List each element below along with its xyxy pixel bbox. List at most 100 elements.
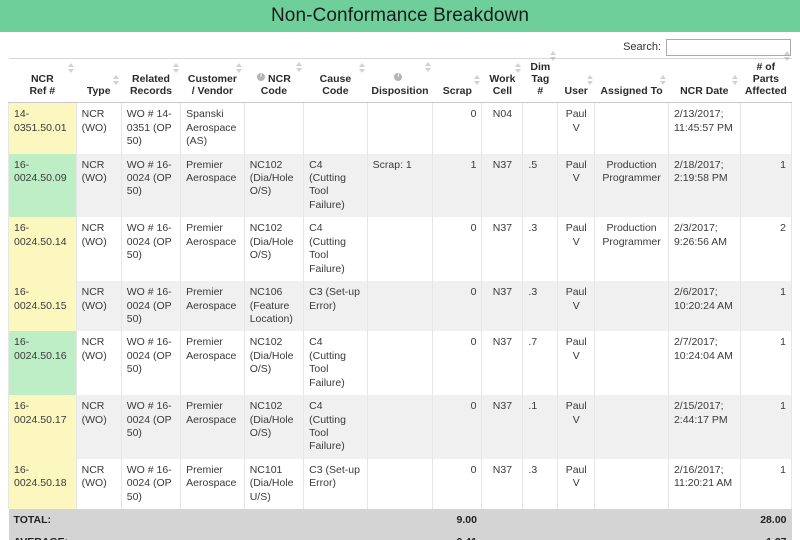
sort-arrow-icon[interactable] bbox=[783, 50, 791, 62]
cell-ncr-date: 2/15/2017; 2:44:17 PM bbox=[667, 395, 741, 459]
cell-scrap: 0 bbox=[432, 458, 483, 510]
cell-work-cell[interactable]: N37 bbox=[481, 217, 524, 282]
cell-related-records[interactable]: WO # 16-0024 (OP 50) bbox=[120, 331, 182, 396]
sort-arrow-icon[interactable] bbox=[295, 61, 303, 73]
cell-parts-affected: 1 bbox=[739, 331, 793, 396]
cell-dim-tag: .3 bbox=[522, 458, 559, 510]
sort-arrow-icon[interactable] bbox=[67, 62, 75, 74]
cell-customer-vendor[interactable]: Premier Aerospace bbox=[180, 458, 245, 510]
col-header-dim-tag-line1: Dim bbox=[530, 61, 551, 73]
cell-dim-tag bbox=[522, 102, 559, 154]
search-label: Search: bbox=[623, 41, 661, 53]
sort-arrow-icon[interactable] bbox=[549, 50, 557, 62]
cell-ncr-ref[interactable]: 14-0351.50.01 bbox=[8, 102, 77, 154]
cell-work-cell[interactable]: N37 bbox=[481, 331, 524, 396]
cell-ncr-ref[interactable]: 16-0024.50.14 bbox=[8, 217, 77, 282]
cell-ncr-ref[interactable]: 16-0024.50.15 bbox=[8, 281, 77, 332]
cell-user[interactable]: Paul V bbox=[557, 281, 596, 332]
col-header-disposition[interactable]: Disposition bbox=[367, 57, 433, 104]
cell-related-records[interactable]: WO # 14-0351 (OP 50) bbox=[120, 102, 182, 154]
table-row[interactable]: 16-0024.50.18 NCR (WO) WO # 16-0024 (OP 50… bbox=[8, 458, 793, 510]
cell-assigned-to[interactable] bbox=[594, 458, 669, 510]
sort-arrow-icon[interactable] bbox=[731, 74, 739, 86]
sort-arrow-icon[interactable] bbox=[172, 62, 180, 74]
cell-type: NCR (WO) bbox=[75, 217, 122, 282]
sort-arrow-icon[interactable] bbox=[659, 74, 667, 86]
cell-customer-vendor[interactable]: Spanski Aerospace (AS) bbox=[180, 102, 245, 154]
cell-related-records[interactable]: WO # 16-0024 (OP 50) bbox=[120, 153, 182, 218]
col-header-scrap[interactable]: Scrap bbox=[432, 57, 482, 104]
cell-ncr-code: NC102 (Dia/Hole O/S) bbox=[243, 331, 305, 396]
cell-ncr-ref[interactable]: 16-0024.50.17 bbox=[8, 395, 77, 459]
col-header-user-label: User bbox=[564, 84, 588, 97]
cell-related-records[interactable]: WO # 16-0024 (OP 50) bbox=[120, 217, 182, 282]
table-row[interactable]: 16-0024.50.09 NCR (WO) WO # 16-0024 (OP 50… bbox=[8, 153, 793, 218]
cell-work-cell[interactable]: N04 bbox=[481, 102, 524, 154]
cell-type: NCR (WO) bbox=[75, 395, 122, 459]
cell-user[interactable]: Paul V bbox=[557, 458, 596, 510]
col-header-ncr-ref[interactable]: NCR Ref # bbox=[8, 57, 77, 104]
sort-arrow-icon[interactable] bbox=[358, 62, 366, 74]
cell-user[interactable]: Paul V bbox=[557, 153, 596, 218]
cell-ncr-date: 2/7/2017; 10:24:04 AM bbox=[667, 331, 741, 396]
table-row[interactable]: 14-0351.50.01 NCR (WO) WO # 14-0351 (OP 50… bbox=[8, 102, 793, 154]
col-header-type[interactable]: Type bbox=[76, 57, 122, 104]
cell-related-records[interactable]: WO # 16-0024 (OP 50) bbox=[120, 458, 182, 510]
summary-spacer bbox=[481, 531, 741, 540]
cell-related-records[interactable]: WO # 16-0024 (OP 50) bbox=[120, 281, 182, 332]
summary-row-average: AVERAGE: 0.41 1.27 bbox=[8, 531, 792, 540]
cell-customer-vendor[interactable]: Premier Aerospace bbox=[180, 281, 245, 332]
table-row[interactable]: 16-0024.50.16 NCR (WO) WO # 16-0024 (OP 50… bbox=[8, 331, 793, 396]
cell-work-cell[interactable]: N37 bbox=[481, 395, 524, 459]
cell-work-cell[interactable]: N37 bbox=[481, 281, 524, 332]
cell-customer-vendor[interactable]: Premier Aerospace bbox=[180, 217, 245, 282]
cell-customer-vendor[interactable]: Premier Aerospace bbox=[180, 331, 245, 396]
col-header-parts-affected[interactable]: # of Parts Affected bbox=[740, 51, 792, 104]
ncr-breakdown-page: Non-Conformance Breakdown Search: NCR Re… bbox=[0, 0, 800, 540]
cell-customer-vendor[interactable]: Premier Aerospace bbox=[180, 395, 245, 459]
cell-assigned-to[interactable] bbox=[594, 331, 669, 396]
cell-user[interactable]: Paul V bbox=[557, 395, 596, 459]
col-header-ncr-date[interactable]: NCR Date bbox=[668, 57, 741, 104]
search-input[interactable] bbox=[666, 38, 791, 56]
sort-arrow-icon[interactable] bbox=[112, 74, 120, 86]
cell-ncr-code: NC101 (Dia/Hole U/S) bbox=[243, 458, 305, 510]
col-header-user[interactable]: User bbox=[557, 57, 595, 104]
cell-user[interactable]: Paul V bbox=[557, 102, 596, 154]
col-header-customer-vendor[interactable]: Customer / Vendor bbox=[180, 57, 245, 104]
cell-assigned-to[interactable] bbox=[594, 102, 669, 154]
cell-assigned-to[interactable] bbox=[594, 281, 669, 332]
cell-user[interactable]: Paul V bbox=[557, 331, 596, 396]
col-header-cause-code[interactable]: Cause Code bbox=[303, 57, 368, 104]
cell-related-records[interactable]: WO # 16-0024 (OP 50) bbox=[120, 395, 182, 459]
cell-work-cell[interactable]: N37 bbox=[481, 153, 524, 218]
col-header-assigned-to[interactable]: Assigned To bbox=[594, 57, 669, 104]
cell-ncr-ref[interactable]: 16-0024.50.16 bbox=[8, 331, 77, 396]
cell-assigned-to[interactable]: Production Programmer bbox=[594, 217, 669, 282]
cell-user[interactable]: Paul V bbox=[557, 217, 596, 282]
info-icon[interactable] bbox=[257, 71, 266, 81]
cell-cause-code: C3 (Set-up Error) bbox=[303, 458, 368, 510]
col-header-scrap-label: Scrap bbox=[442, 84, 472, 97]
sort-arrow-icon[interactable] bbox=[586, 74, 594, 86]
sort-arrow-icon[interactable] bbox=[514, 62, 522, 74]
cell-ncr-ref[interactable]: 16-0024.50.09 bbox=[8, 153, 77, 218]
sort-arrow-icon[interactable] bbox=[473, 74, 481, 86]
sort-arrow-icon[interactable] bbox=[424, 61, 432, 73]
table-row[interactable]: 16-0024.50.14 NCR (WO) WO # 16-0024 (OP 50… bbox=[8, 217, 793, 282]
sort-arrow-icon[interactable] bbox=[235, 62, 243, 74]
cell-assigned-to[interactable] bbox=[594, 395, 669, 459]
col-header-dim-tag[interactable]: Dim Tag # bbox=[522, 51, 558, 104]
cell-ncr-ref[interactable]: 16-0024.50.18 bbox=[8, 458, 77, 510]
col-header-ncr-ref-line1: NCR bbox=[30, 72, 54, 85]
table-row[interactable]: 16-0024.50.15 NCR (WO) WO # 16-0024 (OP 50… bbox=[8, 281, 793, 332]
cell-work-cell[interactable]: N37 bbox=[481, 458, 524, 510]
cell-ncr-date: 2/18/2017; 2:19:58 PM bbox=[667, 153, 741, 218]
col-header-related-records[interactable]: Related Records bbox=[121, 57, 181, 104]
col-header-ncr-code[interactable]: NCR Code bbox=[244, 57, 304, 104]
table-row[interactable]: 16-0024.50.17 NCR (WO) WO # 16-0024 (OP 50… bbox=[8, 395, 793, 459]
info-icon[interactable] bbox=[394, 71, 403, 81]
col-header-work-cell[interactable]: Work Cell bbox=[481, 57, 523, 104]
cell-assigned-to[interactable]: Production Programmer bbox=[594, 153, 669, 218]
cell-customer-vendor[interactable]: Premier Aerospace bbox=[180, 153, 245, 218]
